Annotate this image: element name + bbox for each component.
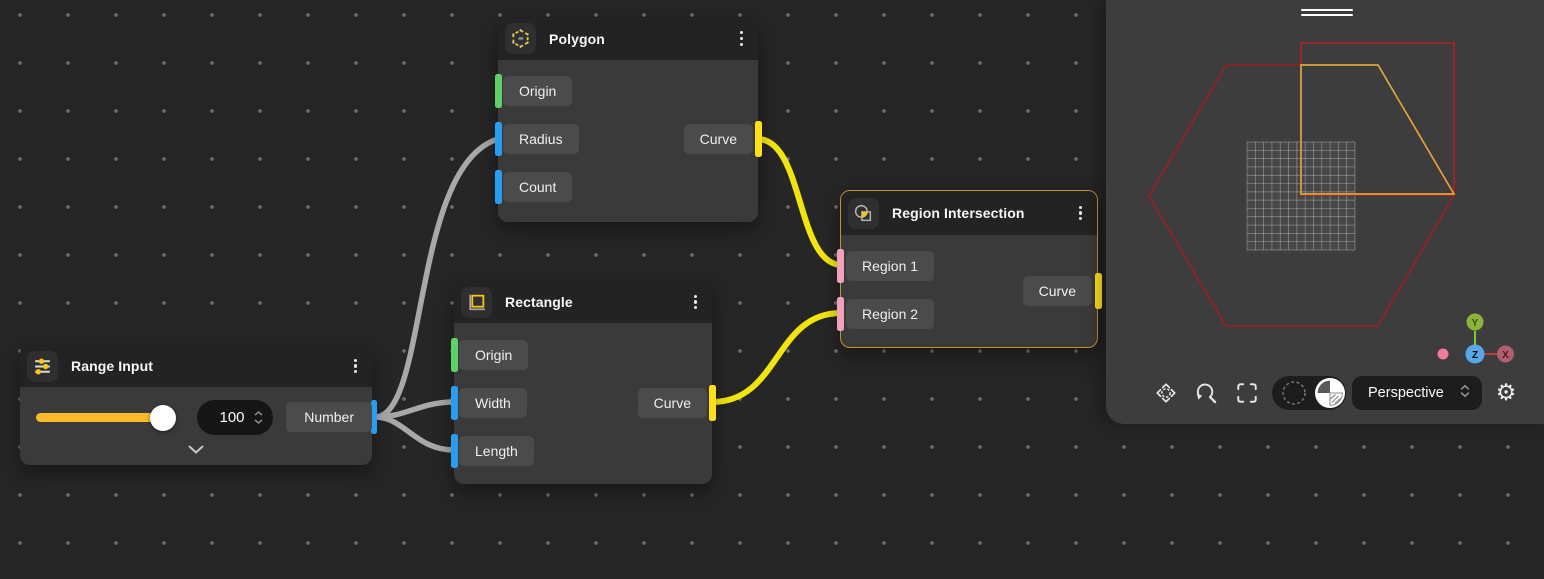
port-label-width[interactable]: Width xyxy=(459,388,527,418)
node-region-intersection-header[interactable]: Region Intersection xyxy=(841,191,1097,235)
value-stepper[interactable] xyxy=(254,411,263,424)
node-range-input[interactable]: Range Input 100 Number xyxy=(20,345,372,465)
pan-icon[interactable] xyxy=(1154,381,1178,405)
dropdown-updown-chevrons-icon xyxy=(1460,384,1470,403)
svg-text:X: X xyxy=(1502,350,1509,361)
viewport-3d-panel[interactable]: Y X Z xyxy=(1106,0,1544,424)
stepper-up-icon xyxy=(254,411,263,416)
wire-polygon-curve-to-region1[interactable] xyxy=(758,139,841,265)
port-label-origin[interactable]: Origin xyxy=(459,340,528,370)
wire-rectangle-curve-to-region2[interactable] xyxy=(712,313,841,402)
node-range-input-title: Range Input xyxy=(71,358,153,374)
node-region-intersection[interactable]: Region Intersection Region 1 Region 2 Cu… xyxy=(840,190,1098,348)
range-value: 100 xyxy=(216,409,248,426)
kebab-menu-icon[interactable] xyxy=(691,290,700,315)
viewport-scene[interactable]: Y X Z xyxy=(1106,0,1544,424)
port-label-count[interactable]: Count xyxy=(503,172,572,202)
svg-text:Y: Y xyxy=(1472,318,1479,329)
port-in-width[interactable] xyxy=(451,386,458,420)
port-in-region1[interactable] xyxy=(837,249,844,283)
port-label-region1[interactable]: Region 1 xyxy=(846,251,934,281)
range-slider-thumb[interactable] xyxy=(150,405,176,431)
kebab-menu-icon[interactable] xyxy=(351,354,360,379)
projection-dropdown[interactable]: Perspective xyxy=(1352,376,1482,410)
node-rectangle[interactable]: Rectangle Origin Width Length Curve xyxy=(454,281,712,484)
node-region-intersection-title: Region Intersection xyxy=(892,205,1025,221)
node-polygon-header[interactable]: Polygon xyxy=(498,17,758,60)
stepper-down-icon xyxy=(254,419,263,424)
boolean-intersection-icon xyxy=(848,198,879,229)
wire-number-to-length[interactable] xyxy=(377,417,454,450)
axis-gizmo[interactable]: Y X Z xyxy=(1438,314,1515,364)
port-label-curve-out[interactable]: Curve xyxy=(684,124,753,154)
port-label-curve-out[interactable]: Curve xyxy=(1023,276,1092,306)
port-out-curve[interactable] xyxy=(755,121,762,157)
node-editor-app: { "nodes": { "polygon": { "title": "Poly… xyxy=(0,0,1544,579)
node-range-input-header[interactable]: Range Input xyxy=(20,345,372,387)
render-mode-toggle[interactable] xyxy=(1272,376,1346,410)
port-out-curve[interactable] xyxy=(709,385,716,421)
port-in-origin[interactable] xyxy=(495,74,502,108)
range-value-field[interactable]: 100 xyxy=(197,400,273,435)
kebab-menu-icon[interactable] xyxy=(737,26,746,51)
render-mode-wireframe-icon xyxy=(1283,382,1305,404)
port-in-radius[interactable] xyxy=(495,122,502,156)
port-in-count[interactable] xyxy=(495,170,502,204)
kebab-menu-icon[interactable] xyxy=(1076,201,1085,226)
port-in-region2[interactable] xyxy=(837,297,844,331)
port-in-length[interactable] xyxy=(451,434,458,468)
svg-text:Z: Z xyxy=(1472,350,1478,361)
port-label-region2[interactable]: Region 2 xyxy=(846,299,934,329)
port-label-origin[interactable]: Origin xyxy=(503,76,572,106)
render-mode-shaded-icon xyxy=(1315,378,1345,408)
fit-view-icon[interactable] xyxy=(1235,381,1259,405)
settings-gear-icon[interactable]: ⚙ xyxy=(1493,379,1519,405)
node-rectangle-title: Rectangle xyxy=(505,294,573,310)
projection-dropdown-value: Perspective xyxy=(1368,385,1460,401)
node-polygon[interactable]: Polygon Origin Radius Count Curve xyxy=(498,17,758,222)
node-rectangle-header[interactable]: Rectangle xyxy=(454,281,712,323)
port-label-number-out[interactable]: Number xyxy=(286,402,372,432)
port-label-radius[interactable]: Radius xyxy=(503,124,579,154)
hexagon-dashed-icon xyxy=(505,23,536,54)
port-in-origin[interactable] xyxy=(451,338,458,372)
reset-view-icon[interactable] xyxy=(1194,381,1218,405)
port-label-curve-out[interactable]: Curve xyxy=(638,388,707,418)
sliders-icon xyxy=(27,351,58,382)
node-polygon-title: Polygon xyxy=(549,31,605,47)
axis-negx-dot[interactable] xyxy=(1438,349,1449,360)
port-label-length[interactable]: Length xyxy=(459,436,534,466)
collapse-chevron-icon[interactable] xyxy=(188,441,204,459)
rectangle-dimensions-icon xyxy=(461,287,492,318)
port-out-curve[interactable] xyxy=(1095,273,1102,309)
